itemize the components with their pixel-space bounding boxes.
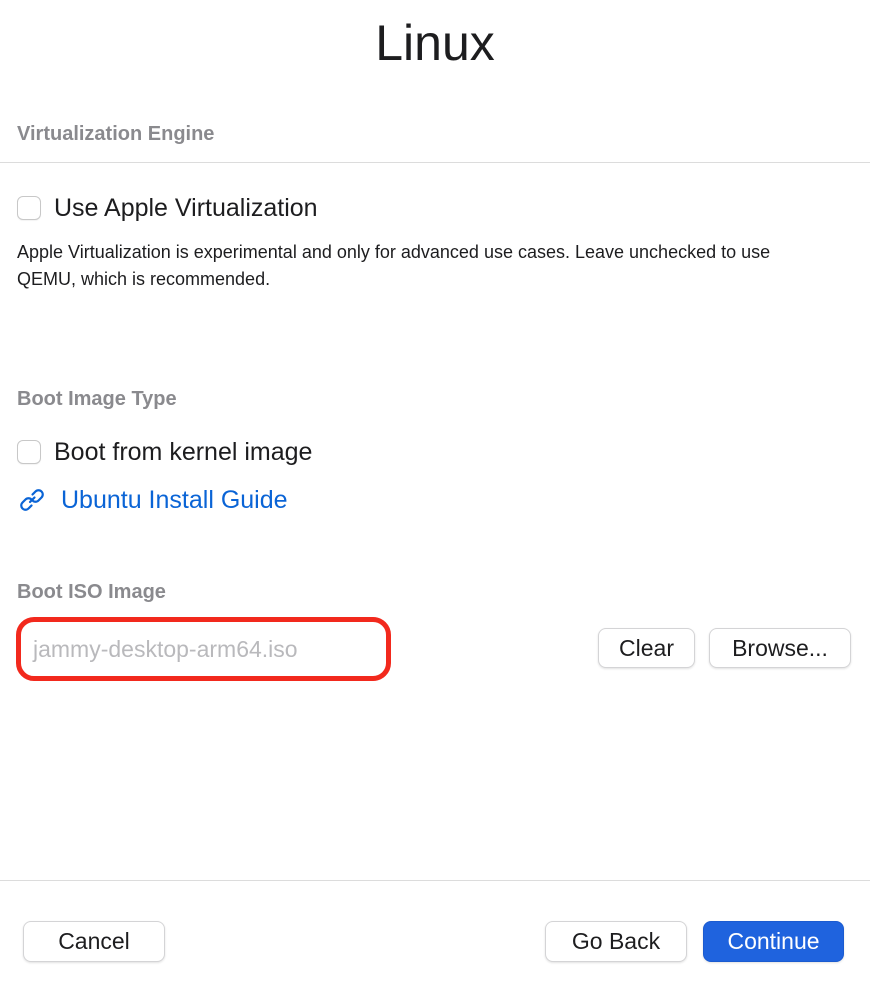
apple-virtualization-label[interactable]: Use Apple Virtualization xyxy=(54,194,318,223)
ubuntu-install-guide-link[interactable]: Ubuntu Install Guide xyxy=(18,484,288,516)
cancel-button[interactable]: Cancel xyxy=(23,921,165,962)
boot-iso-placeholder: jammy-desktop-arm64.iso xyxy=(33,635,298,662)
boot-image-type-section-label: Boot Image Type xyxy=(17,388,177,410)
continue-button[interactable]: Continue xyxy=(703,921,844,962)
virtualization-help-text: Apple Virtualization is experimental and… xyxy=(17,242,771,289)
ubuntu-install-guide-label[interactable]: Ubuntu Install Guide xyxy=(61,486,288,515)
kernel-image-label[interactable]: Boot from kernel image xyxy=(54,438,312,467)
browse-button[interactable]: Browse... xyxy=(709,628,851,668)
boot-iso-section-label: Boot ISO Image xyxy=(17,581,166,603)
go-back-button[interactable]: Go Back xyxy=(545,921,687,962)
virtualization-section-label: Virtualization Engine xyxy=(17,123,215,145)
apple-virtualization-checkbox[interactable] xyxy=(17,196,41,220)
clear-button[interactable]: Clear xyxy=(598,628,695,668)
apple-virtualization-checkbox-row[interactable]: Use Apple Virtualization xyxy=(17,193,318,223)
kernel-image-checkbox[interactable] xyxy=(17,440,41,464)
kernel-image-checkbox-row[interactable]: Boot from kernel image xyxy=(17,437,312,467)
footer-divider xyxy=(0,880,870,881)
boot-iso-path-field[interactable]: jammy-desktop-arm64.iso xyxy=(16,617,391,681)
link-icon xyxy=(18,486,46,514)
section-divider xyxy=(0,162,870,163)
page-title: Linux xyxy=(375,15,495,71)
